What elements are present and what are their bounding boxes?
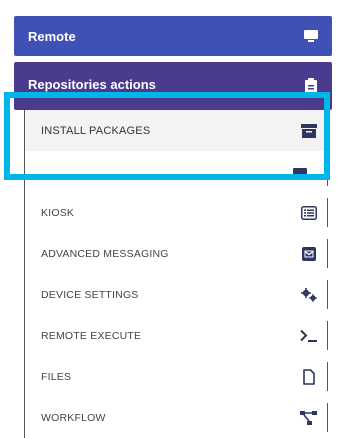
remote-header-label: Remote [28, 28, 76, 44]
menu-item-advanced-messaging[interactable]: ADVANCED MESSAGING [24, 233, 328, 274]
menu-item-remote-execute[interactable]: REMOTE EXECUTE [24, 315, 328, 356]
monitor-icon [302, 27, 320, 45]
list-icon [300, 204, 318, 222]
workflow-icon [300, 409, 318, 427]
menu-item-device-settings[interactable]: DEVICE SETTINGS [24, 274, 328, 315]
partially-hidden-icon [293, 168, 307, 175]
menu-item-label: FILES [41, 370, 72, 383]
cogs-icon [300, 286, 318, 304]
menu-item-kiosk[interactable]: KIOSK [24, 192, 328, 233]
repositories-actions-header[interactable]: Repositories actions [14, 62, 332, 110]
terminal-icon [300, 327, 318, 345]
menu-item-files[interactable]: FILES [24, 356, 328, 397]
menu-item-label: DEVICE SETTINGS [41, 288, 139, 301]
archive-icon [300, 122, 318, 140]
clipboard-icon [302, 77, 320, 95]
repositories-actions-label: Repositories actions [28, 77, 156, 92]
remote-header[interactable]: Remote [14, 16, 332, 56]
repository-actions-list: INSTALL PACKAGES KIOSK ADVANCED MESSAGIN… [24, 110, 328, 438]
menu-item-label: INSTALL PACKAGES [41, 124, 151, 137]
menu-item-hidden[interactable] [24, 151, 328, 192]
file-icon [300, 368, 318, 386]
menu-item-workflow[interactable]: WORKFLOW [24, 397, 328, 438]
menu-item-label: KIOSK [41, 206, 75, 219]
menu-item-label: WORKFLOW [41, 411, 106, 424]
menu-item-label: REMOTE EXECUTE [41, 329, 142, 342]
menu-item-install-packages[interactable]: INSTALL PACKAGES [24, 110, 328, 151]
menu-item-label: ADVANCED MESSAGING [41, 247, 169, 260]
envelope-icon [300, 245, 318, 263]
